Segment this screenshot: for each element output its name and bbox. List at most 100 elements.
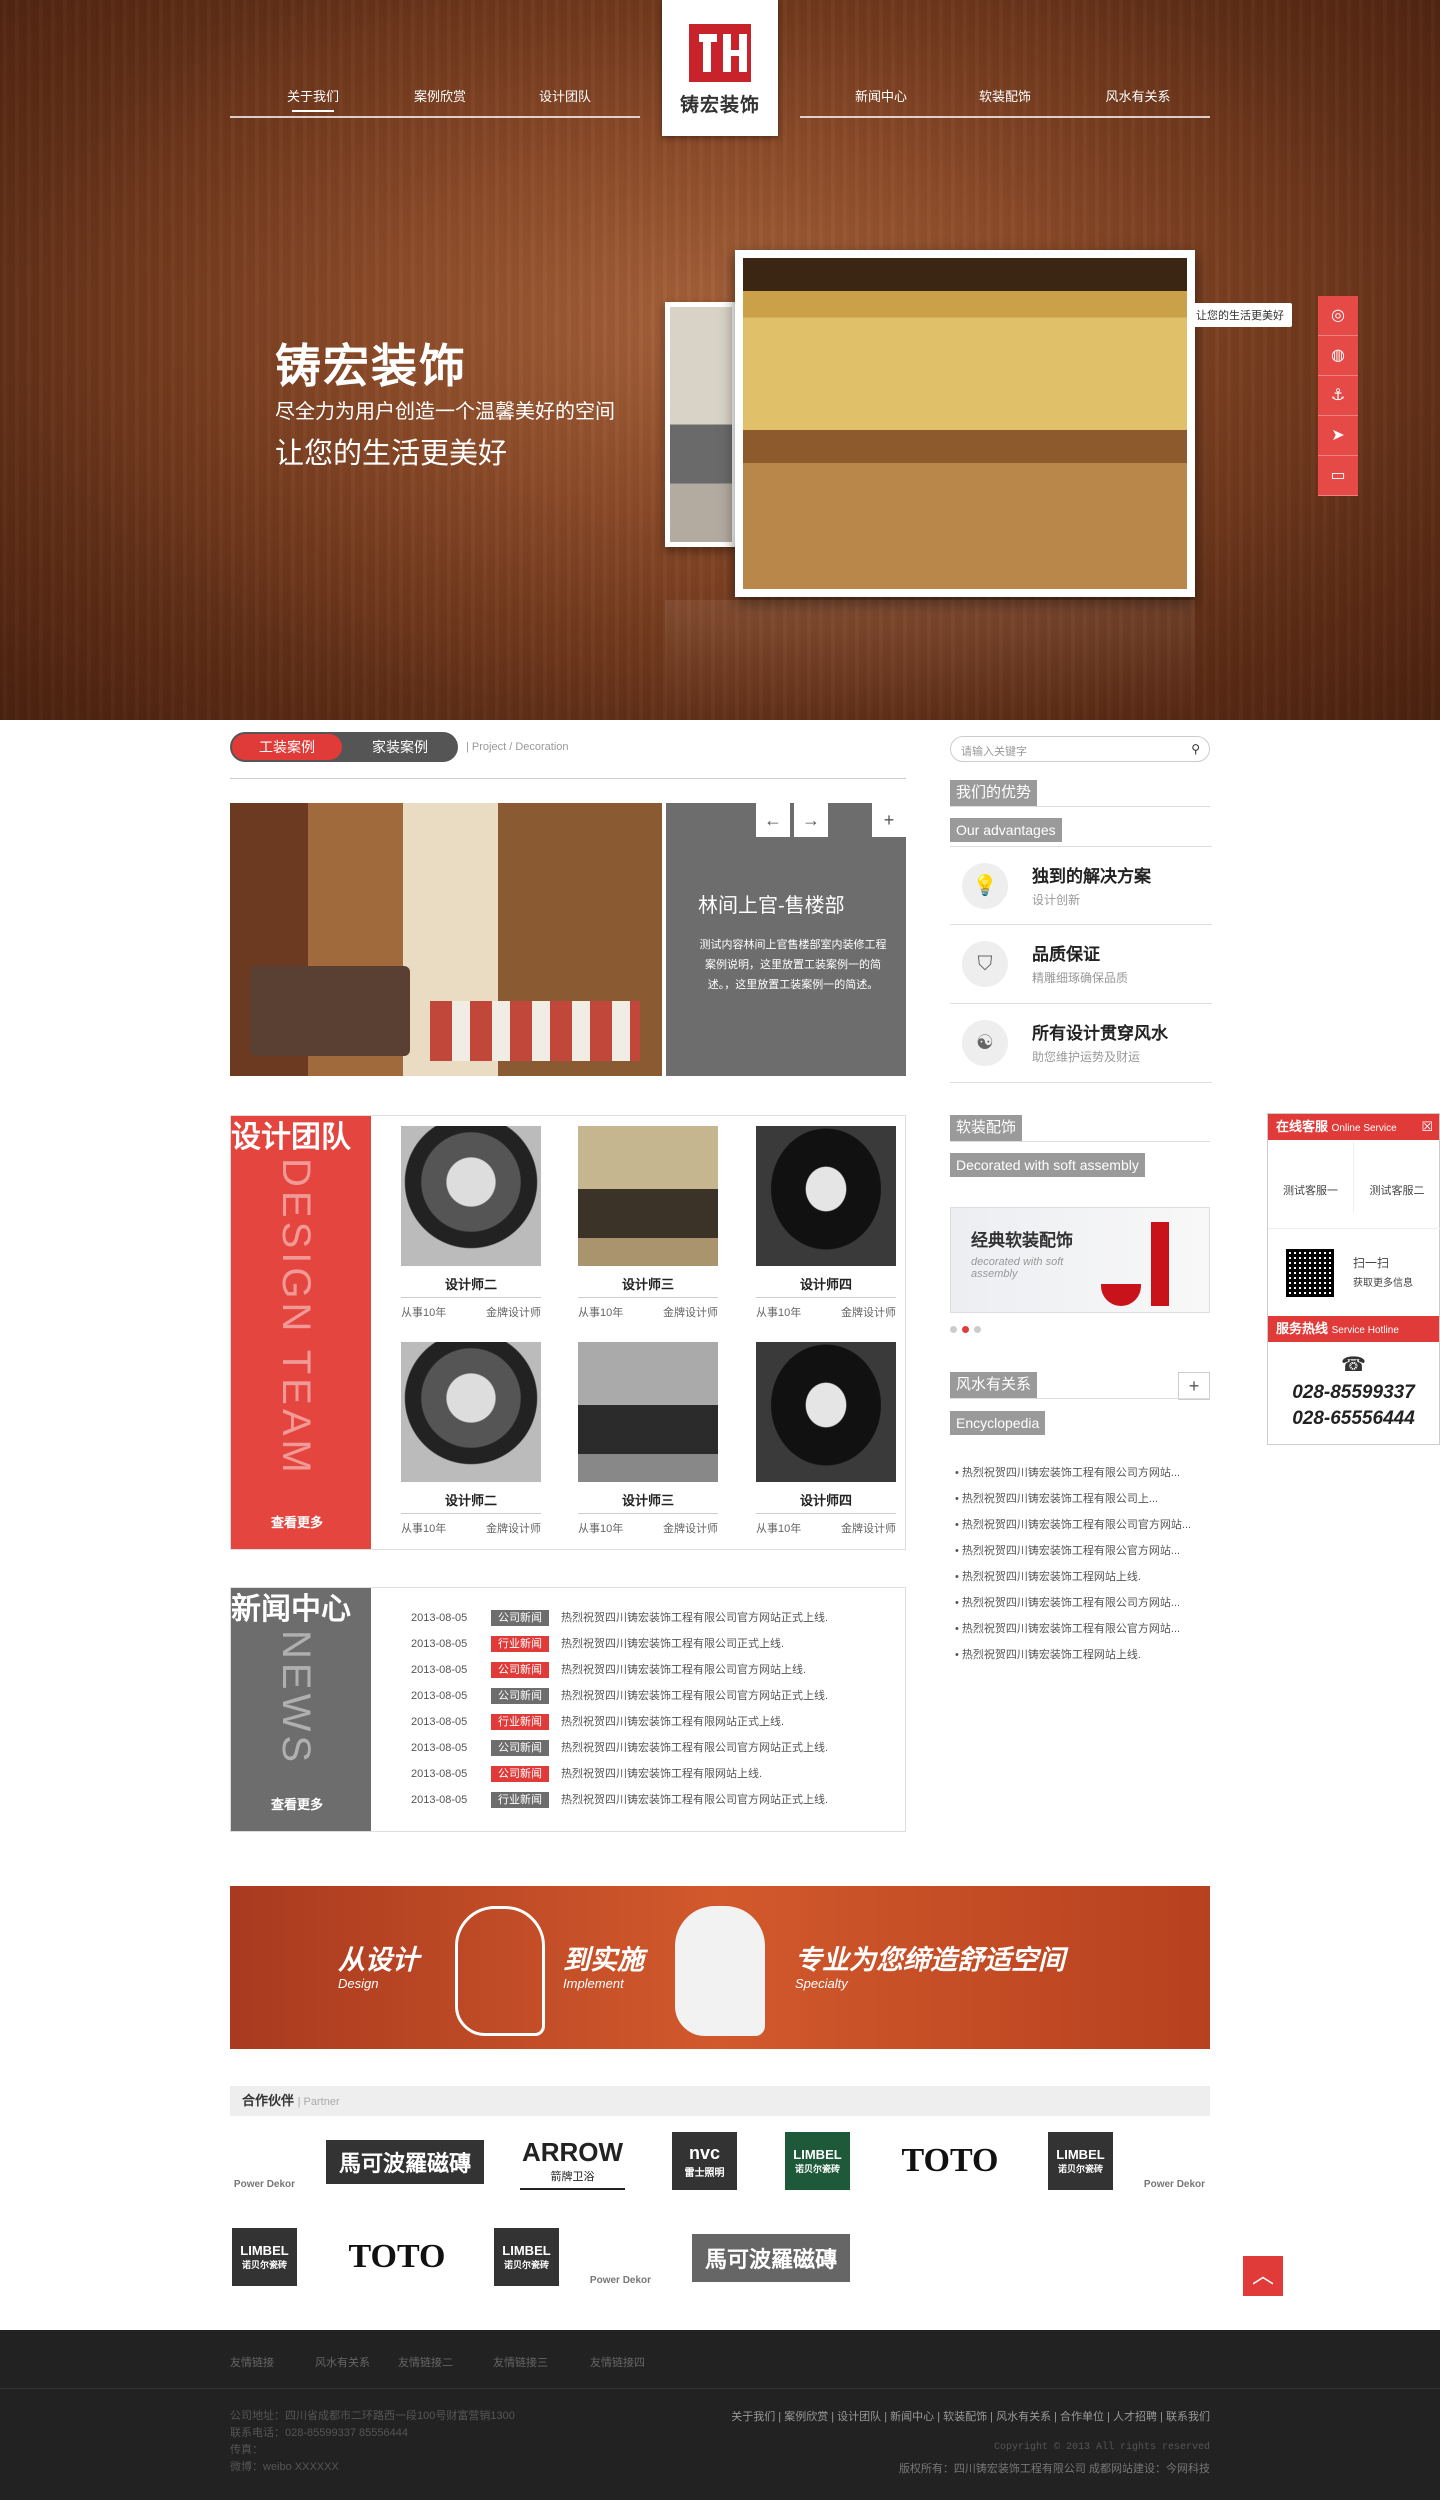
partner-logo[interactable]: Power Dekor (232, 2132, 297, 2190)
partner-logo[interactable]: TOTO (885, 2132, 1015, 2190)
footer-link[interactable]: 风水有关系 (315, 2354, 370, 2370)
news-label: 新闻中心 NEWS 查看更多 (231, 1588, 371, 1831)
hero-photo-secondary[interactable] (665, 302, 737, 547)
case-image[interactable] (230, 803, 662, 1076)
list-item[interactable]: • 热烈祝贺四川铸宏装饰工程有限公司方网站... (955, 1460, 1215, 1486)
partner-logo[interactable]: 馬可波羅磁磚 (692, 2234, 850, 2282)
hero-photo-main[interactable] (735, 250, 1195, 597)
news-more-link[interactable]: 查看更多 (271, 1794, 323, 1813)
search-icon[interactable]: ⚲ (1191, 742, 1200, 756)
qq-icon[interactable]: ◎ (1318, 296, 1358, 336)
site-logo[interactable]: 铸宏装饰 (662, 0, 778, 136)
team-member[interactable]: 设计师三 从事10年 金牌设计师 (578, 1126, 718, 1320)
tabs-subtitle: | Project / Decoration (466, 741, 569, 753)
team-member[interactable]: 设计师二 从事10年 金牌设计师 (401, 1126, 541, 1320)
nav-cases[interactable]: 案例欣赏 (395, 86, 485, 105)
list-item[interactable]: • 热烈祝贺四川铸宏装饰工程有限公官方网站... (955, 1538, 1215, 1564)
partner-logo[interactable]: LIMBEL 诺贝尔瓷砖 (1048, 2132, 1113, 2190)
hotline-number-1[interactable]: 028-85599337 (1268, 1382, 1439, 1404)
news-row[interactable]: 2013-08-05 公司新闻 热烈祝贺四川铸宏装饰工程有限公司官方网站上线. (411, 1660, 806, 1680)
nav-divider-right (800, 116, 1210, 118)
service-header: 在线客服 Online Service ☒ (1268, 1114, 1439, 1140)
nav-decor[interactable]: 软装配饰 (960, 86, 1050, 105)
partner-logo[interactable]: TOTO (332, 2228, 462, 2286)
nav-about[interactable]: 关于我们 (268, 86, 358, 112)
promo-banner[interactable]: 从设计 Design 到实施 Implement 专业为您缔造舒适空间 Spec… (230, 1886, 1210, 2049)
chair-outline-image (455, 1906, 545, 2036)
partner-logo[interactable]: LIMBEL 诺贝尔瓷砖 (232, 2228, 297, 2286)
partner-logo[interactable]: LIMBEL 诺贝尔瓷砖 (494, 2228, 559, 2286)
search-input[interactable]: 请输入关键字 ⚲ (950, 736, 1210, 762)
decor-image[interactable]: 经典软装配饰 decorated with soft assembly (950, 1207, 1210, 1313)
hero-subtitle: 尽全力为用户创造一个温馨美好的空间 (275, 401, 615, 423)
tab-commercial[interactable]: 工装案例 (232, 734, 342, 760)
close-icon[interactable]: ☒ (1421, 1114, 1433, 1140)
logo-mark (689, 24, 751, 82)
list-item[interactable]: • 热烈祝贺四川铸宏装饰工程有限公司上... (955, 1486, 1215, 1512)
back-to-top-button[interactable]: ︿ (1243, 2256, 1283, 2296)
hotline-number-2[interactable]: 028-65556444 (1268, 1408, 1439, 1430)
prev-arrow-icon[interactable]: ← (756, 803, 790, 837)
advantage-title: 所有设计贯穿风水 (1032, 1024, 1168, 1043)
advantage-title: 品质保证 (1032, 945, 1100, 964)
news-title-en: NEWS (274, 1630, 318, 1766)
anchor-icon[interactable]: ⚓ (1318, 376, 1358, 416)
plus-icon[interactable]: + (1178, 1372, 1210, 1400)
news-row[interactable]: 2013-08-05 行业新闻 热烈祝贺四川铸宏装饰工程有限公司正式上线. (411, 1634, 784, 1654)
tab-residential[interactable]: 家装案例 (350, 732, 450, 762)
advantage-item[interactable]: ⛉ 品质保证 精雕细琢确保品质 (950, 925, 1212, 1004)
news-row[interactable]: 2013-08-05 公司新闻 热烈祝贺四川铸宏装饰工程有限公司官方网站正式上线. (411, 1686, 828, 1706)
team-member[interactable]: 设计师四 从事10年 金牌设计师 (756, 1126, 896, 1320)
news-row[interactable]: 2013-08-05 公司新闻 热烈祝贺四川铸宏装饰工程有限公司官方网站正式上线. (411, 1608, 828, 1628)
partner-logo[interactable]: nvc 雷士照明 (672, 2132, 737, 2190)
send-icon[interactable]: ➤ (1318, 416, 1358, 456)
list-item[interactable]: • 热烈祝贺四川铸宏装饰工程有限公司方网站... (955, 1590, 1215, 1616)
team-member[interactable]: 设计师四 从事10年 金牌设计师 (756, 1342, 896, 1536)
advantage-sub: 助您维护运势及财运 (1032, 1050, 1141, 1064)
carousel-dots[interactable] (950, 1320, 986, 1338)
shield-icon: ⛉ (962, 941, 1008, 987)
lightbulb-icon: 💡 (962, 863, 1008, 909)
footer-link[interactable]: 友情链接四 (590, 2354, 645, 2370)
list-item[interactable]: • 热烈祝贺四川铸宏装饰工程有限公官方网站... (955, 1616, 1215, 1642)
nav-news[interactable]: 新闻中心 (836, 86, 926, 105)
footer-nav[interactable]: 关于我们 | 案例欣赏 | 设计团队 | 新闻中心 | 软装配饰 | 风水有关系… (731, 2408, 1210, 2424)
plus-icon[interactable]: + (872, 803, 906, 837)
footer-fax: 传真： (230, 2444, 263, 2456)
footer-link[interactable]: 友情链接二 (398, 2354, 453, 2370)
partner-logo[interactable]: LIMBEL 诺贝尔瓷砖 (785, 2132, 850, 2190)
news-row[interactable]: 2013-08-05 公司新闻 热烈祝贺四川铸宏装饰工程有限公司官方网站正式上线. (411, 1738, 828, 1758)
advantage-item[interactable]: 💡 独到的解决方案 设计创新 (950, 846, 1212, 925)
news-row[interactable]: 2013-08-05 行业新闻 热烈祝贺四川铸宏装饰工程有限公司官方网站正式上线. (411, 1790, 828, 1810)
banner-en-1: Design (338, 1976, 379, 1991)
partner-logo[interactable]: ARROW 箭牌卫浴 (520, 2132, 625, 2190)
advantage-item[interactable]: ☯ 所有设计贯穿风水 助您维护运势及财运 (950, 1004, 1212, 1083)
online-service-widget: 在线客服 Online Service ☒ 测试客服一 测试客服二 扫一扫 获取更… (1267, 1113, 1440, 1445)
team-more-link[interactable]: 查看更多 (271, 1512, 323, 1531)
advantage-sub: 设计创新 (1032, 893, 1081, 907)
team-member[interactable]: 设计师二 从事10年 金牌设计师 (401, 1342, 541, 1536)
footer-link[interactable]: 友情链接三 (493, 2354, 548, 2370)
partners-title-en: | Partner (297, 2096, 340, 2108)
hotline-header: 服务热线 Service Hotline (1268, 1316, 1439, 1342)
news-row[interactable]: 2013-08-05 行业新闻 热烈祝贺四川铸宏装饰工程有限网站正式上线. (411, 1712, 784, 1732)
globe-icon[interactable]: ◍ (1318, 336, 1358, 376)
nav-team[interactable]: 设计团队 (520, 86, 610, 105)
comment-icon[interactable]: ▭ (1318, 456, 1358, 496)
partner-logo[interactable]: Power Dekor (588, 2228, 653, 2286)
case-title[interactable]: 林间上官-售楼部 (698, 889, 845, 918)
nav-fengshui[interactable]: 风水有关系 (1093, 86, 1183, 105)
partner-logo[interactable]: 馬可波羅磁磚 (326, 2140, 484, 2184)
news-title: 新闻中心 (231, 1593, 351, 1626)
team-member[interactable]: 设计师三 从事10年 金牌设计师 (578, 1342, 718, 1536)
list-item[interactable]: • 热烈祝贺四川铸宏装饰工程有限公司官方网站... (955, 1512, 1215, 1538)
agent-1[interactable]: 测试客服一 (1268, 1142, 1354, 1212)
decor-image-script: decorated with soft assembly (971, 1256, 1064, 1280)
footer-link[interactable]: 友情链接 (230, 2354, 274, 2370)
list-item[interactable]: • 热烈祝贺四川铸宏装饰工程网站上线. (955, 1642, 1215, 1668)
next-arrow-icon[interactable]: → (794, 803, 828, 837)
list-item[interactable]: • 热烈祝贺四川铸宏装饰工程网站上线. (955, 1564, 1215, 1590)
news-row[interactable]: 2013-08-05 公司新闻 热烈祝贺四川铸宏装饰工程有限网站上线. (411, 1764, 762, 1784)
partner-logo[interactable]: Power Dekor (1142, 2132, 1207, 2190)
agent-2[interactable]: 测试客服二 (1354, 1142, 1440, 1212)
